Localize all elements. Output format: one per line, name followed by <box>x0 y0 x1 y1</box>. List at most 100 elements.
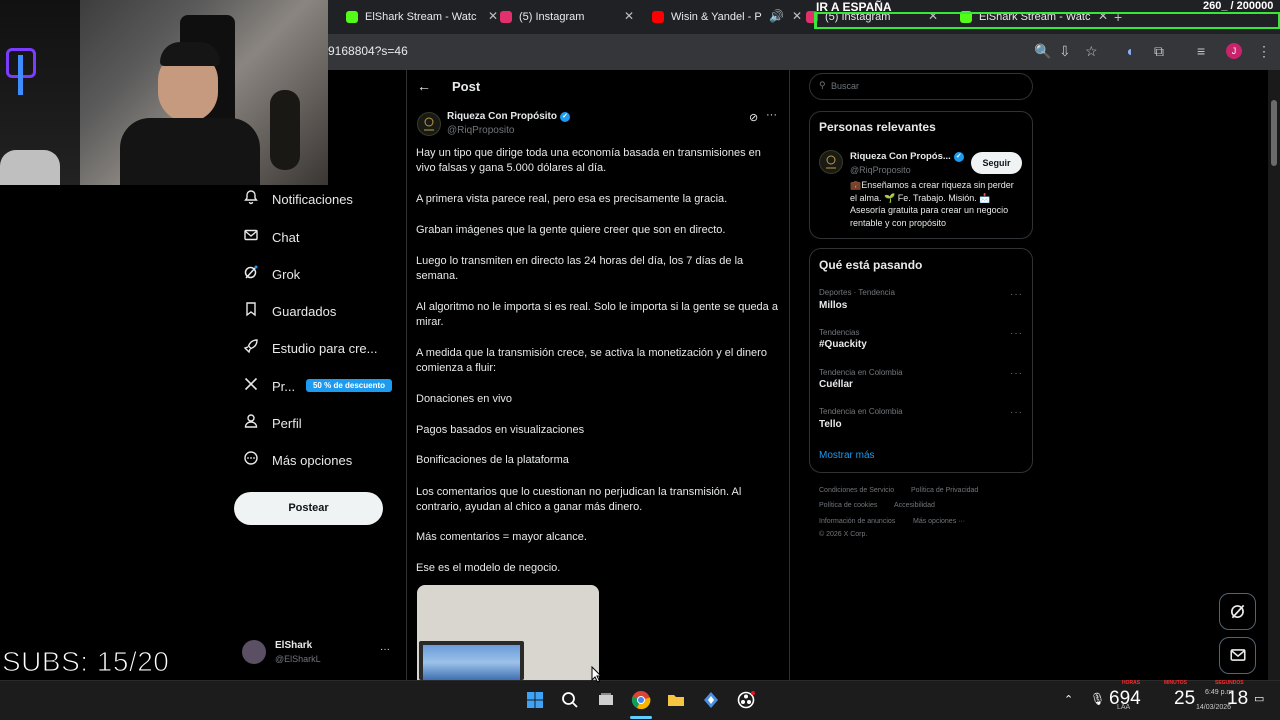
nav-perfil[interactable]: Perfil <box>242 409 302 437</box>
nav-grok[interactable]: Grok <box>242 260 300 288</box>
windows-start-icon[interactable] <box>524 689 546 711</box>
nav-estudio[interactable]: Estudio para cre... <box>242 334 378 362</box>
install-icon[interactable]: ⇩ <box>1059 43 1071 60</box>
account-switcher[interactable]: ElShark @ElSharkL ··· <box>242 638 394 668</box>
pc-led-strip <box>18 55 23 95</box>
avatar <box>242 640 266 664</box>
tab-elshark-stream[interactable]: ElShark Stream - Watc ✕ <box>346 6 498 28</box>
nav-guardados[interactable]: Guardados <box>242 297 336 325</box>
close-icon[interactable]: ✕ <box>792 9 802 23</box>
obs-icon[interactable] <box>735 689 757 711</box>
extensions-icon[interactable]: ⧉ <box>1154 43 1164 60</box>
relevant-bio: 💼Enseñamos a crear riqueza sin perder el… <box>850 180 1014 228</box>
subs-counter: SUBS: 15/20 <box>1 646 170 678</box>
trend-more-icon[interactable]: ··· <box>1010 328 1023 339</box>
grok-explain-icon[interactable]: ⊘ <box>749 111 758 124</box>
post-media-image[interactable] <box>417 585 599 680</box>
author-avatar[interactable] <box>819 150 843 174</box>
grok-fab[interactable] <box>1219 593 1256 630</box>
post-paragraph: Pagos basados en visualizaciones <box>416 424 585 436</box>
nav-notificaciones[interactable]: Notificaciones <box>242 185 353 213</box>
post-paragraph: Luego lo transmiten en directo las 24 ho… <box>416 255 744 282</box>
ads-info-link[interactable]: Información de anuncios <box>819 518 895 525</box>
keyboard-language[interactable]: LAA <box>1117 704 1130 711</box>
tab-youtube[interactable]: Wisin & Yandel - P 🔊 ✕ <box>652 6 802 28</box>
file-explorer-icon[interactable] <box>665 689 687 711</box>
streamer-shirt <box>120 118 260 185</box>
menu-icon[interactable]: ⋮ <box>1257 43 1271 60</box>
privacy-link[interactable]: Política de Privacidad <box>911 487 978 494</box>
account-more-icon[interactable]: ··· <box>380 644 390 655</box>
show-more-link[interactable]: Mostrar más <box>819 450 875 461</box>
messages-fab[interactable] <box>1219 637 1256 674</box>
search-icon[interactable] <box>559 689 581 711</box>
close-icon[interactable]: ✕ <box>488 9 498 23</box>
terms-link[interactable]: Condiciones de Servicio <box>819 487 894 494</box>
nav-premium[interactable]: Pr... <box>242 372 295 400</box>
nav-label: Notificaciones <box>272 191 353 207</box>
notifications-icon[interactable]: ▭ <box>1254 692 1264 705</box>
nav-label: Guardados <box>272 303 337 319</box>
more-options-link[interactable]: Más opciones ··· <box>913 518 965 525</box>
scrollbar[interactable] <box>1268 70 1280 680</box>
trend-name[interactable]: Cuéllar <box>819 379 853 390</box>
author-avatar[interactable] <box>417 112 441 136</box>
trend-more-icon[interactable]: ··· <box>1010 407 1023 418</box>
post-paragraph: A primera vista parece real, pero esa es… <box>416 193 728 205</box>
cookies-link[interactable]: Política de cookies <box>819 502 877 509</box>
nav-label: Perfil <box>272 415 302 431</box>
url-field[interactable]: 9168804?s=46 <box>328 44 408 58</box>
trend-more-icon[interactable]: ··· <box>1010 368 1023 379</box>
clock-date[interactable]: 14/03/2026 <box>1196 704 1231 711</box>
follow-button[interactable]: Seguir <box>971 152 1022 174</box>
search-box[interactable]: ⚲ Buscar <box>809 73 1033 100</box>
clock-time[interactable]: 6:49 p.m. <box>1205 689 1234 696</box>
nav-chat[interactable]: Chat <box>242 223 299 251</box>
nav-label: Más opciones <box>272 452 353 468</box>
author-handle: @RiqProposito <box>447 125 515 136</box>
extension-active-icon[interactable]: ◖ <box>1125 43 1133 59</box>
chrome-icon[interactable] <box>630 689 652 711</box>
star-icon[interactable]: ☆ <box>1085 43 1098 60</box>
post-paragraph: Al algoritmo no le importa si es real. S… <box>416 301 778 328</box>
speaker-icon[interactable]: 🔊 <box>769 9 784 23</box>
timer-minutes-label: MINUTOS <box>1164 680 1187 686</box>
rocket-icon <box>242 338 260 358</box>
chevron-up-icon[interactable]: ⌃ <box>1064 693 1073 706</box>
trend-name[interactable]: Tello <box>819 419 842 430</box>
instagram-icon <box>500 11 512 23</box>
trend-meta: Tendencia en Colombia <box>819 368 903 377</box>
task-view-icon[interactable] <box>595 689 617 711</box>
grok-icon <box>242 264 260 284</box>
scrollbar-thumb[interactable] <box>1271 100 1277 166</box>
trends-card <box>809 248 1033 473</box>
guitar <box>270 90 300 170</box>
close-icon[interactable]: ✕ <box>624 9 634 23</box>
tab-instagram[interactable]: (5) Instagram ✕ <box>500 6 634 28</box>
app-icon[interactable] <box>700 689 722 711</box>
microphone-icon[interactable]: 🎙 <box>1090 692 1105 706</box>
copyright: © 2026 X Corp. <box>819 531 868 538</box>
relevant-name-row[interactable]: Riqueza Con Propós... ✓ <box>850 151 964 162</box>
account-name: ElShark <box>275 640 313 651</box>
trend-name[interactable]: #Quackity <box>819 339 867 350</box>
goal-progress-bar <box>814 12 1280 29</box>
search-input[interactable]: Buscar <box>831 81 859 91</box>
zoom-icon[interactable]: 🔍 <box>1034 43 1051 60</box>
page-title: Post <box>452 79 481 94</box>
back-arrow-icon[interactable]: ← <box>417 78 431 94</box>
profile-avatar[interactable]: J <box>1226 43 1242 59</box>
accessibility-link[interactable]: Accesibilidad <box>894 502 935 509</box>
goal-progress-fill <box>816 14 817 27</box>
post-more-icon[interactable]: ··· <box>766 109 777 121</box>
nav-mas-opciones[interactable]: Más opciones <box>242 446 352 474</box>
trend-more-icon[interactable]: ··· <box>1010 289 1023 300</box>
media-icon[interactable]: ≡ <box>1197 43 1205 59</box>
author-name-row[interactable]: Riqueza Con Propósito ✓ <box>447 111 570 122</box>
bookmark-icon <box>242 301 260 321</box>
trend-name[interactable]: Millos <box>819 300 847 311</box>
trend-meta: Tendencia en Colombia <box>819 407 903 416</box>
bell-icon <box>242 189 260 209</box>
post-button[interactable]: Postear <box>234 492 383 525</box>
verified-badge-icon: ✓ <box>953 151 964 162</box>
